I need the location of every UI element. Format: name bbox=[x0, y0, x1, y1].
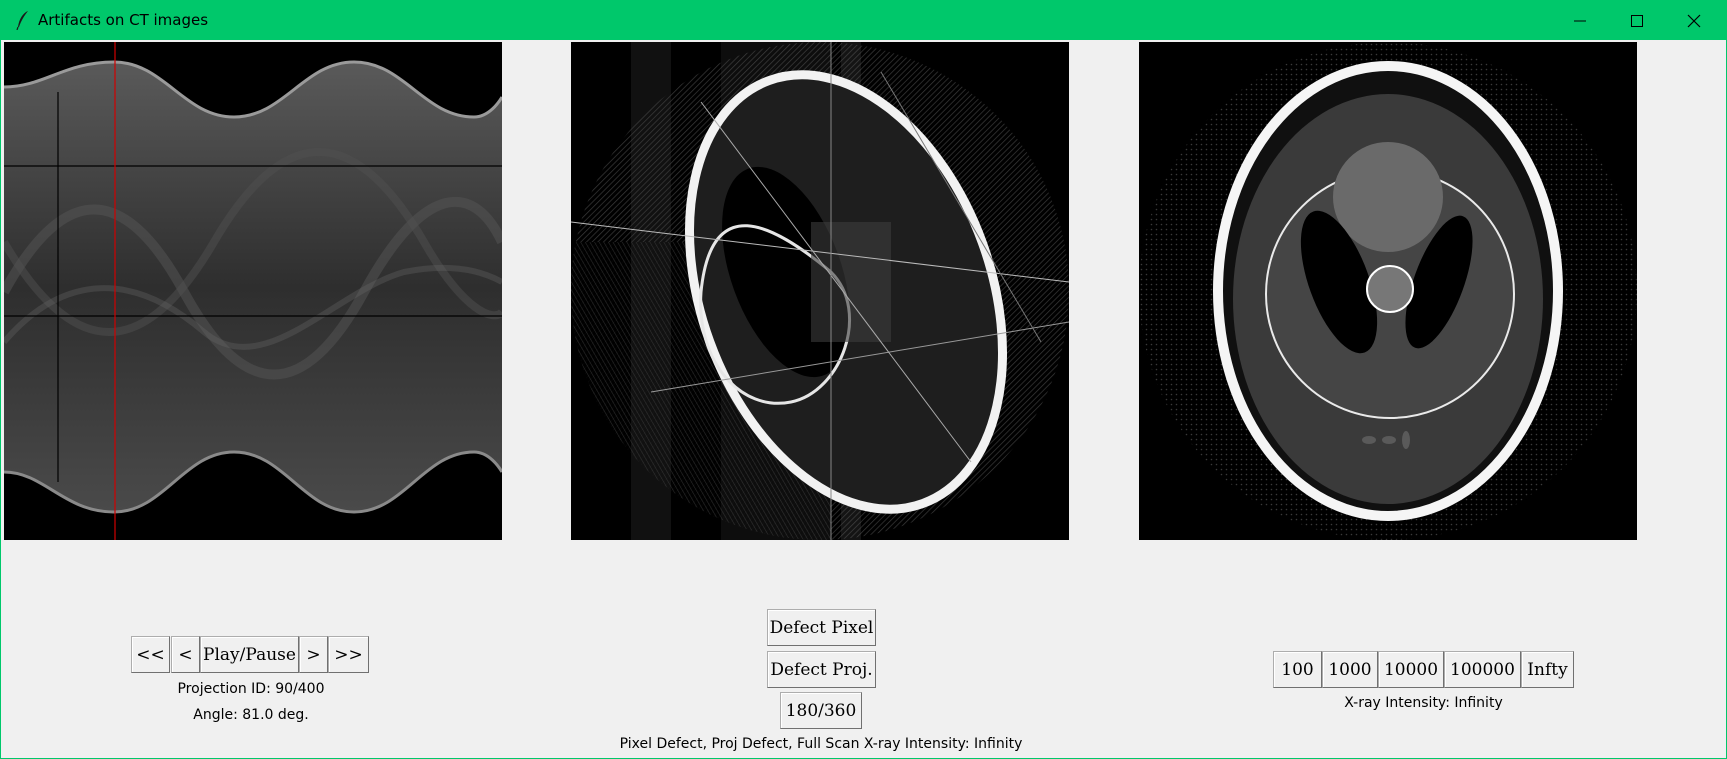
intensity-reconstruction-graphic bbox=[1139, 42, 1637, 540]
intensity-infinity-button[interactable]: Infty bbox=[1521, 651, 1574, 688]
sinogram-graphic bbox=[4, 42, 502, 540]
app-window: Artifacts on CT images << < Play/Pause >… bbox=[0, 0, 1727, 759]
maximize-button[interactable] bbox=[1609, 1, 1665, 40]
defect-reconstruction-graphic bbox=[571, 42, 1069, 540]
minimize-button[interactable] bbox=[1552, 1, 1608, 40]
projection-id-label: Projection ID: 90/400 bbox=[177, 681, 325, 697]
feather-icon bbox=[16, 11, 28, 30]
defect-projection-button[interactable]: Defect Proj. bbox=[767, 651, 876, 688]
previous-projection-button[interactable]: < bbox=[171, 636, 200, 673]
next-projection-button[interactable]: > bbox=[299, 636, 328, 673]
scan-range-button[interactable]: 180/360 bbox=[780, 692, 862, 729]
first-projection-button[interactable]: << bbox=[131, 636, 170, 673]
intensity-100-button[interactable]: 100 bbox=[1273, 651, 1322, 688]
last-projection-button[interactable]: >> bbox=[328, 636, 369, 673]
minimize-icon bbox=[1574, 20, 1586, 21]
close-button[interactable] bbox=[1666, 1, 1722, 40]
play-pause-button[interactable]: Play/Pause bbox=[200, 636, 299, 673]
defect-pixel-button[interactable]: Defect Pixel bbox=[767, 609, 876, 646]
intensity-100000-button[interactable]: 100000 bbox=[1444, 651, 1521, 688]
title-bar[interactable]: Artifacts on CT images bbox=[1, 1, 1726, 40]
defect-reconstruction-image[interactable] bbox=[571, 42, 1069, 540]
close-icon bbox=[1687, 14, 1701, 27]
sinogram-image[interactable] bbox=[4, 42, 502, 540]
intensity-10000-button[interactable]: 10000 bbox=[1378, 651, 1444, 688]
xray-intensity-label: X-ray Intensity: Infinity bbox=[1344, 695, 1503, 711]
reconstruction-status-label: Pixel Defect, Proj Defect, Full Scan X-r… bbox=[619, 736, 1023, 752]
angle-label: Angle: 81.0 deg. bbox=[193, 707, 309, 723]
intensity-1000-button[interactable]: 1000 bbox=[1322, 651, 1378, 688]
maximize-icon bbox=[1631, 14, 1643, 27]
intensity-reconstruction-image[interactable] bbox=[1139, 42, 1637, 540]
window-title: Artifacts on CT images bbox=[38, 11, 209, 29]
